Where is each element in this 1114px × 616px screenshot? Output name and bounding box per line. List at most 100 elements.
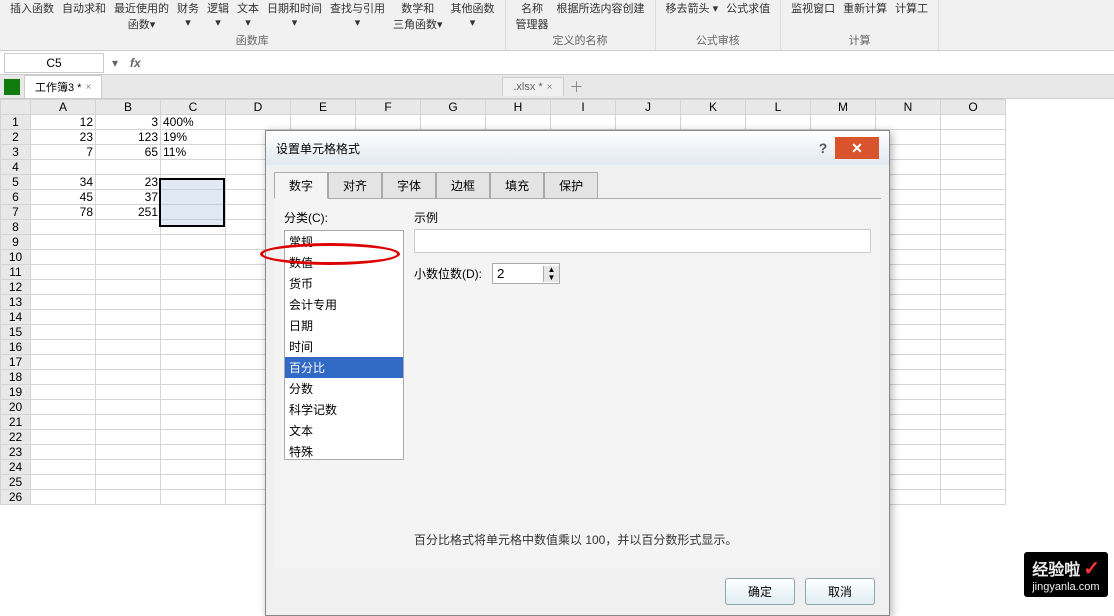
row-header[interactable]: 13 (1, 295, 31, 310)
decimal-spinner[interactable]: ▲ ▼ (492, 263, 560, 284)
row-header[interactable]: 18 (1, 370, 31, 385)
category-item[interactable]: 特殊 (285, 441, 403, 460)
cell[interactable] (941, 115, 1006, 130)
cell[interactable] (161, 475, 226, 490)
cell[interactable] (96, 235, 161, 250)
cell[interactable] (616, 115, 681, 130)
ribbon-button[interactable]: 插入函数 (10, 0, 54, 16)
row-header[interactable]: 9 (1, 235, 31, 250)
row-header[interactable]: 16 (1, 340, 31, 355)
cell[interactable] (96, 490, 161, 505)
dialog-tab[interactable]: 字体 (382, 172, 436, 199)
ribbon-button[interactable]: 其他函数▾ (451, 0, 495, 29)
cell[interactable] (941, 385, 1006, 400)
cell[interactable]: 12 (31, 115, 96, 130)
cell[interactable] (161, 340, 226, 355)
cell[interactable]: 7 (31, 145, 96, 160)
close-icon[interactable]: × (547, 82, 553, 93)
cell[interactable] (941, 160, 1006, 175)
cell[interactable] (811, 115, 876, 130)
column-header[interactable]: D (226, 100, 291, 115)
dialog-tab[interactable]: 填充 (490, 172, 544, 199)
ribbon-button[interactable]: 文本▾ (237, 0, 259, 29)
column-header[interactable]: L (746, 100, 811, 115)
row-header[interactable]: 1 (1, 115, 31, 130)
category-list[interactable]: 常规数值货币会计专用日期时间百分比分数科学记数文本特殊自定义 (284, 230, 404, 460)
cell[interactable] (96, 250, 161, 265)
row-header[interactable]: 25 (1, 475, 31, 490)
spin-down-icon[interactable]: ▼ (543, 274, 559, 282)
category-item[interactable]: 文本 (285, 420, 403, 441)
dialog-close-button[interactable]: ✕ (835, 137, 879, 159)
cell[interactable] (746, 115, 811, 130)
name-box-dropdown[interactable]: ▾ (108, 56, 122, 70)
cell[interactable] (161, 385, 226, 400)
ribbon-button[interactable]: 名称管理器 (516, 0, 549, 32)
cell[interactable]: 65 (96, 145, 161, 160)
ribbon-button[interactable]: 根据所选内容创建 (557, 0, 645, 16)
cell[interactable] (941, 310, 1006, 325)
cell[interactable] (31, 235, 96, 250)
cell[interactable]: 11% (161, 145, 226, 160)
row-header[interactable]: 6 (1, 190, 31, 205)
cell[interactable] (31, 430, 96, 445)
row-header[interactable]: 8 (1, 220, 31, 235)
cell[interactable] (31, 385, 96, 400)
row-header[interactable]: 7 (1, 205, 31, 220)
cell[interactable] (161, 250, 226, 265)
cell[interactable] (161, 460, 226, 475)
cell[interactable] (96, 340, 161, 355)
column-header[interactable]: H (486, 100, 551, 115)
cell[interactable] (161, 325, 226, 340)
cell[interactable] (31, 220, 96, 235)
row-header[interactable]: 10 (1, 250, 31, 265)
doc-tab-1[interactable]: 工作簿3 * × (24, 75, 102, 98)
cell[interactable] (421, 115, 486, 130)
cell[interactable] (941, 295, 1006, 310)
cell[interactable] (941, 445, 1006, 460)
row-header[interactable]: 21 (1, 415, 31, 430)
cell[interactable] (96, 355, 161, 370)
cell[interactable] (941, 175, 1006, 190)
ribbon-button[interactable]: 数学和三角函数▾ (393, 0, 443, 32)
cell[interactable] (31, 475, 96, 490)
cell[interactable] (161, 295, 226, 310)
cell[interactable] (96, 325, 161, 340)
cell[interactable] (161, 310, 226, 325)
cell[interactable]: 23 (31, 130, 96, 145)
cell[interactable] (161, 370, 226, 385)
column-header[interactable]: O (941, 100, 1006, 115)
dialog-tab[interactable]: 边框 (436, 172, 490, 199)
cell[interactable] (161, 400, 226, 415)
cell[interactable]: 45 (31, 190, 96, 205)
cell[interactable] (31, 445, 96, 460)
cell[interactable]: 400% (161, 115, 226, 130)
ribbon-button[interactable]: 重新计算 (843, 0, 887, 16)
cell[interactable] (96, 445, 161, 460)
row-header[interactable]: 5 (1, 175, 31, 190)
cell[interactable] (161, 205, 226, 220)
cell[interactable] (551, 115, 616, 130)
ribbon-button[interactable]: 移去箭头 ▾ (666, 0, 719, 16)
row-header[interactable]: 23 (1, 445, 31, 460)
column-header[interactable]: N (876, 100, 941, 115)
cell[interactable] (941, 490, 1006, 505)
ribbon-button[interactable]: 逻辑▾ (207, 0, 229, 29)
column-header[interactable]: J (616, 100, 681, 115)
cell[interactable] (161, 430, 226, 445)
cell[interactable] (96, 475, 161, 490)
row-header[interactable]: 4 (1, 160, 31, 175)
category-item[interactable]: 百分比 (285, 357, 403, 378)
cell[interactable] (161, 160, 226, 175)
cell[interactable] (941, 400, 1006, 415)
cell[interactable]: 23 (96, 175, 161, 190)
fx-icon[interactable]: fx (130, 56, 141, 70)
cell[interactable] (941, 415, 1006, 430)
cell[interactable] (291, 115, 356, 130)
ok-button[interactable]: 确定 (725, 578, 795, 605)
category-item[interactable]: 货币 (285, 273, 403, 294)
cell[interactable] (941, 430, 1006, 445)
dialog-tab[interactable]: 数字 (274, 172, 328, 199)
ribbon-button[interactable]: 计算工 (895, 0, 928, 16)
cell[interactable]: 19% (161, 130, 226, 145)
